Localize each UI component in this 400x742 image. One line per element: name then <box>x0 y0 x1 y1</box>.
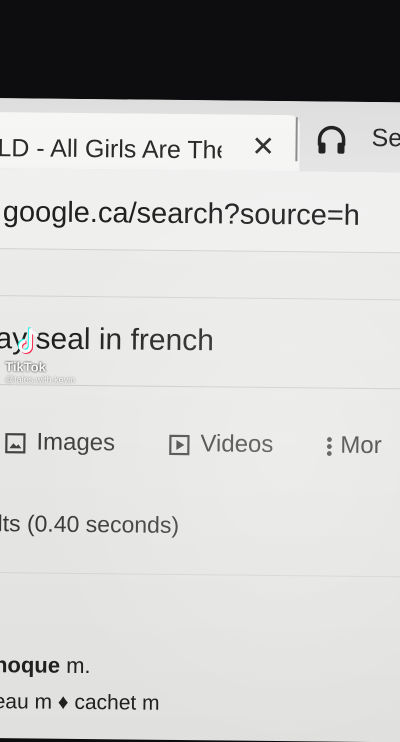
tiktok-logo-icon <box>17 327 39 354</box>
active-tab[interactable]: LD - All Girls Are The ✕ <box>0 111 300 172</box>
more-vert-icon <box>326 436 332 456</box>
videos-icon <box>169 434 190 455</box>
tab-images-label: Images <box>36 428 116 457</box>
tab-bar: LD - All Girls Are The ✕ Se <box>0 98 400 174</box>
divider <box>0 383 400 390</box>
divider <box>0 571 400 578</box>
translation-line-2: eau m ♦ cachet m <box>0 690 160 715</box>
result-stats: lts (0.40 seconds) <box>0 510 180 539</box>
tab-images[interactable]: Images <box>4 428 115 457</box>
translation-gender: m. <box>59 652 91 679</box>
browser-screen: LD - All Girls Are The ✕ Se google.ca/se… <box>0 98 400 742</box>
headphones-icon <box>317 125 346 154</box>
close-icon[interactable]: ✕ <box>251 131 275 162</box>
tab-videos-label: Videos <box>200 430 274 458</box>
images-icon <box>5 432 26 454</box>
tab-title: LD - All Girls Are The <box>0 134 222 165</box>
url-text[interactable]: google.ca/search?source=h <box>3 196 360 233</box>
second-tab-title[interactable]: Se <box>371 124 400 153</box>
tab-more[interactable]: Mor <box>326 432 382 461</box>
translation-line-1: noque m. <box>0 652 91 679</box>
tab-videos[interactable]: Videos <box>168 430 273 459</box>
watermark-brand: TikTok <box>5 359 46 375</box>
translation-word: noque <box>0 652 61 678</box>
divider <box>0 294 400 301</box>
tab-more-label: Mor <box>340 431 382 460</box>
